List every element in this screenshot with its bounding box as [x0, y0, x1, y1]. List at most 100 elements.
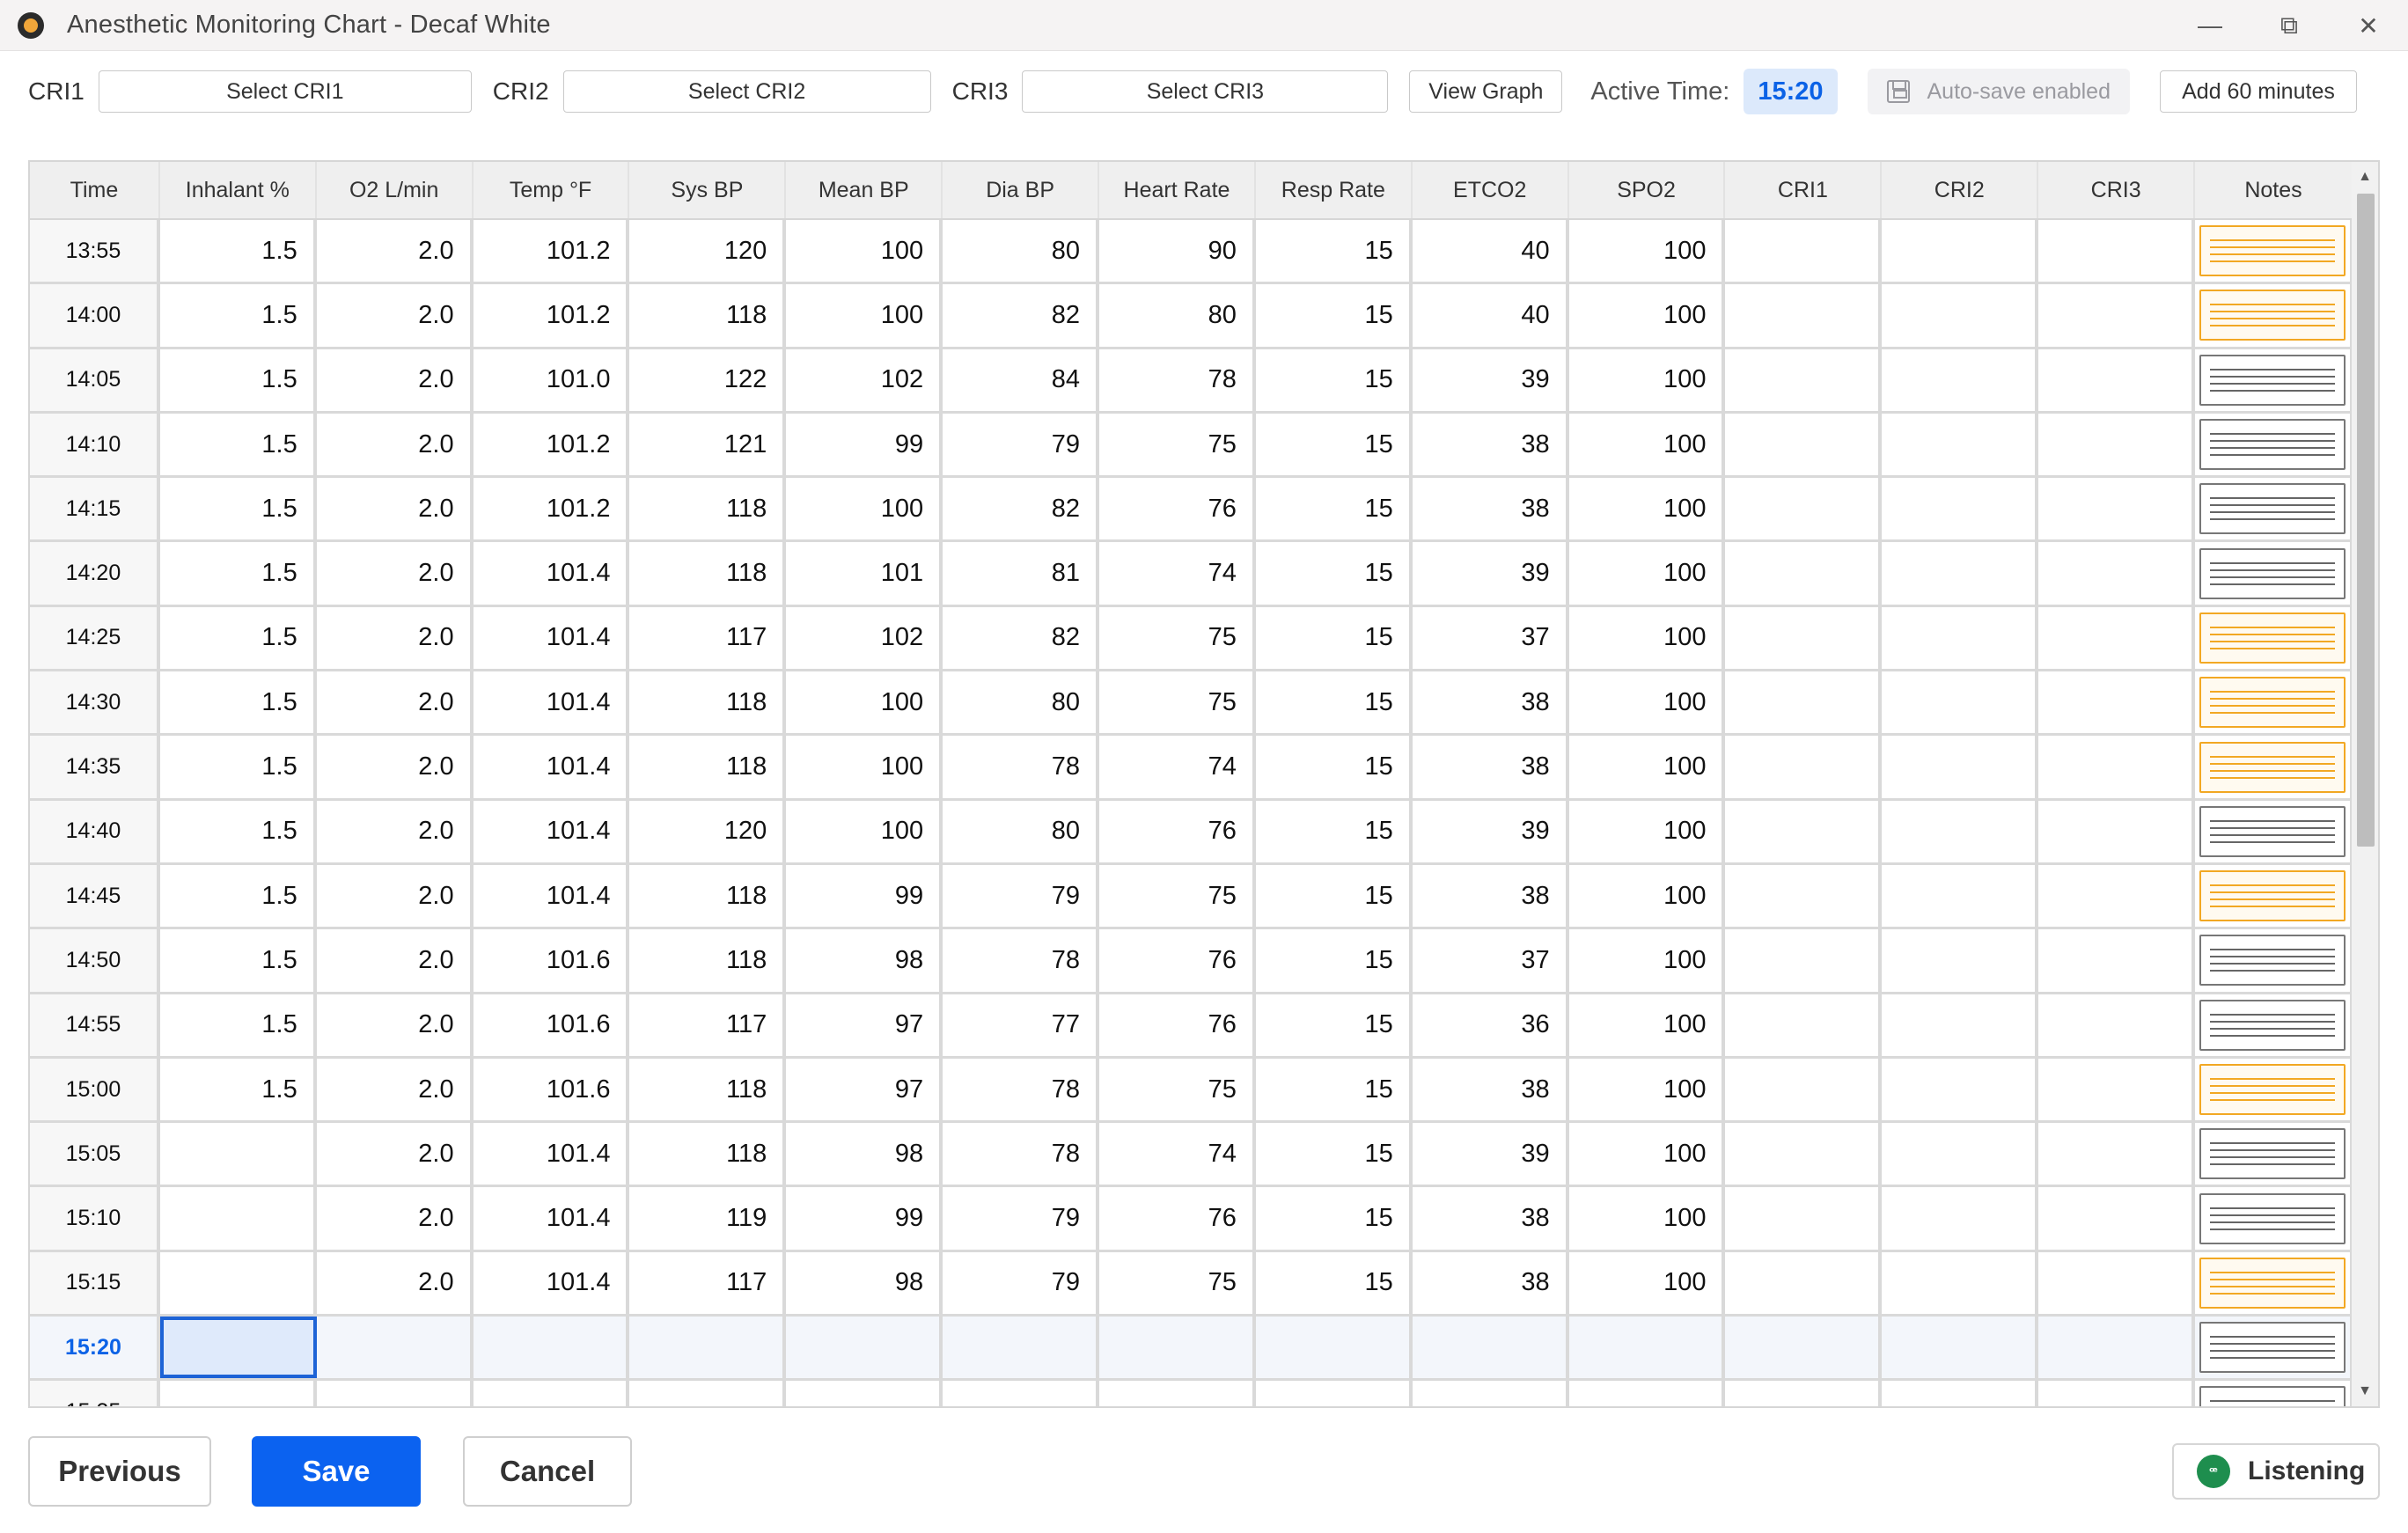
data-cell[interactable]: 97: [786, 994, 943, 1056]
data-cell[interactable]: 82: [943, 606, 1100, 670]
data-cell[interactable]: [1882, 864, 2039, 928]
data-cell[interactable]: [1725, 736, 1883, 798]
data-cell[interactable]: 102: [786, 348, 943, 411]
data-cell[interactable]: 76: [1099, 1187, 1256, 1250]
data-cell[interactable]: [1725, 1251, 1883, 1315]
data-cell[interactable]: 97: [786, 1058, 943, 1121]
data-cell[interactable]: 75: [1099, 413, 1256, 476]
data-cell[interactable]: 78: [943, 929, 1100, 992]
data-cell[interactable]: [1725, 929, 1883, 992]
data-cell[interactable]: [1725, 1123, 1883, 1185]
data-cell[interactable]: 80: [943, 220, 1100, 282]
data-cell[interactable]: 101.4: [474, 800, 630, 862]
data-cell[interactable]: 100: [786, 220, 943, 282]
data-cell[interactable]: 75: [1099, 671, 1256, 734]
data-cell[interactable]: 1.5: [160, 864, 317, 928]
data-cell[interactable]: 15: [1256, 348, 1413, 411]
data-cell[interactable]: [1882, 1381, 2039, 1406]
data-cell[interactable]: [943, 1317, 1100, 1379]
data-cell[interactable]: 15: [1256, 864, 1413, 928]
notes-icon[interactable]: [2199, 1257, 2346, 1309]
data-cell[interactable]: 78: [943, 736, 1100, 798]
data-cell[interactable]: 2.0: [317, 1187, 474, 1250]
data-cell[interactable]: 118: [629, 478, 787, 540]
data-cell[interactable]: [2038, 864, 2196, 928]
notes-icon[interactable]: [2199, 870, 2346, 922]
data-cell[interactable]: [1882, 413, 2039, 476]
data-cell[interactable]: 36: [1413, 994, 1569, 1056]
data-cell[interactable]: 39: [1413, 1123, 1569, 1185]
data-cell[interactable]: 101.4: [474, 1187, 630, 1250]
data-cell[interactable]: 74: [1099, 736, 1256, 798]
minimize-icon[interactable]: —: [2170, 0, 2250, 51]
data-cell[interactable]: 101.0: [474, 348, 630, 411]
data-cell[interactable]: 101.6: [474, 929, 630, 992]
data-cell[interactable]: 15: [1256, 994, 1413, 1056]
data-cell[interactable]: 1.5: [160, 220, 317, 282]
data-cell[interactable]: 1.5: [160, 413, 317, 476]
data-cell[interactable]: 38: [1413, 478, 1569, 540]
data-cell[interactable]: 2.0: [317, 478, 474, 540]
data-cell[interactable]: 38: [1413, 864, 1569, 928]
data-cell[interactable]: 38: [1413, 1251, 1569, 1315]
data-cell[interactable]: 118: [629, 284, 787, 347]
data-cell[interactable]: 101.4: [474, 606, 630, 670]
data-cell[interactable]: 117: [629, 1251, 787, 1315]
data-cell[interactable]: 77: [943, 994, 1100, 1056]
data-cell[interactable]: 100: [1569, 1251, 1726, 1315]
notes-icon[interactable]: [2199, 677, 2346, 729]
add-60-minutes-button[interactable]: Add 60 minutes: [2159, 70, 2357, 113]
data-cell[interactable]: 90: [1099, 220, 1256, 282]
data-cell[interactable]: 37: [1413, 606, 1569, 670]
data-cell[interactable]: [1882, 284, 2039, 347]
cri3-select[interactable]: Select CRI3: [1022, 70, 1389, 113]
data-cell[interactable]: 15: [1256, 1058, 1413, 1121]
data-cell[interactable]: 100: [1569, 929, 1726, 992]
data-cell[interactable]: 80: [943, 671, 1100, 734]
data-cell[interactable]: [1099, 1381, 1256, 1406]
data-cell[interactable]: [1412, 1317, 1569, 1379]
data-cell[interactable]: 118: [629, 542, 787, 605]
data-cell[interactable]: 98: [786, 1251, 943, 1315]
data-cell[interactable]: [786, 1381, 943, 1406]
data-cell[interactable]: 118: [629, 1058, 787, 1121]
data-cell[interactable]: 1.5: [160, 994, 317, 1056]
listening-button[interactable]: ꟹ Listening: [2172, 1443, 2380, 1500]
data-cell[interactable]: 15: [1256, 606, 1413, 670]
data-cell[interactable]: 2.0: [317, 929, 474, 992]
data-cell[interactable]: [943, 1381, 1100, 1406]
data-cell[interactable]: 100: [786, 671, 943, 734]
data-cell[interactable]: 79: [943, 413, 1100, 476]
data-cell[interactable]: 15: [1256, 220, 1413, 282]
notes-icon[interactable]: [2199, 741, 2346, 793]
data-cell[interactable]: [1882, 220, 2039, 282]
cri2-select[interactable]: Select CRI2: [562, 70, 931, 113]
data-cell[interactable]: [1725, 542, 1883, 605]
data-cell[interactable]: [1882, 348, 2039, 411]
data-cell[interactable]: 38: [1413, 413, 1569, 476]
data-cell[interactable]: 1.5: [160, 478, 317, 540]
data-cell[interactable]: 38: [1413, 736, 1569, 798]
data-cell[interactable]: [2038, 1187, 2196, 1250]
notes-icon[interactable]: [2199, 805, 2346, 857]
notes-icon[interactable]: [2199, 419, 2346, 471]
data-cell[interactable]: [786, 1317, 943, 1379]
data-cell[interactable]: 2.0: [317, 736, 474, 798]
data-cell[interactable]: 100: [1569, 1187, 1726, 1250]
data-cell[interactable]: [159, 1317, 317, 1379]
data-cell[interactable]: 79: [943, 1251, 1100, 1315]
previous-button[interactable]: Previous: [28, 1436, 211, 1507]
close-icon[interactable]: ✕: [2329, 0, 2408, 51]
data-cell[interactable]: [1099, 1317, 1256, 1379]
data-cell[interactable]: [2038, 220, 2196, 282]
data-cell[interactable]: 82: [943, 478, 1100, 540]
data-cell[interactable]: 39: [1413, 348, 1569, 411]
notes-icon[interactable]: [2199, 483, 2346, 535]
data-cell[interactable]: [1725, 1381, 1883, 1406]
data-cell[interactable]: 2.0: [317, 800, 474, 862]
data-cell[interactable]: 100: [1569, 864, 1726, 928]
data-cell[interactable]: 1.5: [160, 929, 317, 992]
data-cell[interactable]: 40: [1413, 284, 1569, 347]
data-cell[interactable]: 15: [1256, 1123, 1413, 1185]
data-cell[interactable]: 1.5: [160, 1058, 317, 1121]
